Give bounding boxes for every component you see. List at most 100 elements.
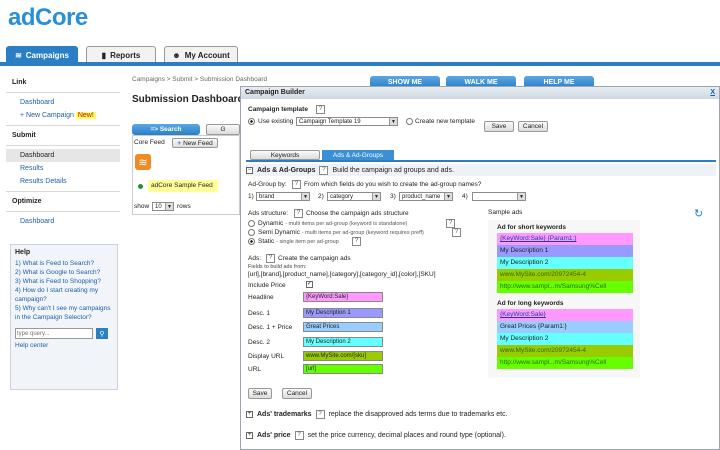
sidebar-item-results-details[interactable]: Results Details bbox=[6, 175, 120, 188]
page-title: Submission Dashboard bbox=[132, 94, 244, 105]
help-question-icon[interactable]: ? bbox=[315, 409, 325, 419]
close-button[interactable]: X bbox=[710, 89, 715, 97]
help-question-icon[interactable]: ? bbox=[316, 105, 325, 114]
dynamic-radio[interactable] bbox=[248, 220, 255, 227]
help-search-input[interactable] bbox=[15, 328, 93, 339]
desc1-price-label: Desc. 1 + Price bbox=[248, 324, 293, 331]
chevron-down-icon: ▼ bbox=[165, 203, 173, 210]
refresh-icon[interactable]: ↻ bbox=[694, 207, 703, 220]
rss-icon: ≋ bbox=[15, 51, 22, 60]
tab-campaigns-label: Campaigns bbox=[25, 51, 69, 60]
static-option: Static - single item per ad-group bbox=[258, 238, 339, 245]
new-badge: New! bbox=[75, 112, 96, 119]
sidebar-item-results[interactable]: Results bbox=[6, 162, 120, 175]
desc2-label: Desc. 2 bbox=[248, 339, 271, 346]
price-section-header[interactable]: + Ads' price ? set the price currency, d… bbox=[246, 429, 716, 441]
desc2-field[interactable]: My Description 2 bbox=[303, 337, 383, 347]
long-ad-desc2: My Description 2 bbox=[497, 333, 633, 345]
short-ad-url: http://www.sampl...m/Samsung%Cell bbox=[497, 281, 633, 293]
help-link-2[interactable]: 2) What is Google to Search? bbox=[15, 268, 113, 277]
help-link-4[interactable]: 4) How do I start creating my campaign? bbox=[15, 286, 113, 304]
help-question-icon[interactable]: ? bbox=[294, 209, 303, 218]
semi-dynamic-desc: - multi items per ad-group (keyword requ… bbox=[301, 230, 424, 236]
help-center-link[interactable]: Help center bbox=[15, 341, 113, 350]
short-ad-desc1: My Description 1 bbox=[497, 245, 633, 257]
help-question-icon[interactable]: ? bbox=[446, 219, 455, 228]
display-url-field[interactable]: www.MySite.com/[sku] bbox=[303, 351, 383, 361]
trademarks-section-header[interactable]: + Ads' trademarks ? replace the disappro… bbox=[246, 408, 716, 420]
chevron-down-icon: ▼ bbox=[301, 193, 309, 200]
adgroup-label: Ad-Group by: bbox=[248, 181, 287, 188]
include-price-checkbox[interactable]: ✓ bbox=[306, 281, 313, 288]
feed-name[interactable]: adCore Sample Feed bbox=[148, 180, 218, 192]
cancel-button[interactable]: Cancel bbox=[282, 388, 312, 399]
group2-select[interactable]: category ▼ bbox=[327, 192, 381, 201]
collapse-icon[interactable]: − bbox=[246, 166, 253, 174]
group3-select[interactable]: product_name ▼ bbox=[399, 192, 453, 201]
help-question-icon[interactable]: ? bbox=[319, 165, 329, 175]
save-button[interactable]: Save bbox=[248, 388, 272, 399]
help-question-icon[interactable]: ? bbox=[292, 180, 301, 189]
trademarks-title: Ads' trademarks bbox=[257, 410, 312, 418]
short-ad-desc2: My Description 2 bbox=[497, 257, 633, 269]
section-ads-desc: Build the campaign ad groups and ads. bbox=[332, 166, 454, 174]
use-existing-radio[interactable] bbox=[248, 118, 255, 125]
semi-dynamic-radio[interactable] bbox=[248, 229, 255, 236]
url-field[interactable]: [url] bbox=[303, 364, 383, 374]
help-link-3[interactable]: 3) What is Feed to Shopping? bbox=[15, 277, 113, 286]
help-question-icon[interactable]: ? bbox=[452, 228, 461, 237]
nav-bar-line bbox=[0, 62, 720, 66]
new-feed-button[interactable]: + New Feed bbox=[172, 138, 218, 148]
create-new-radio[interactable] bbox=[406, 118, 413, 125]
dynamic-desc: - multi items per ad-group (keyword is s… bbox=[285, 221, 408, 227]
tab-keywords[interactable]: Keywords bbox=[250, 150, 320, 160]
help-link-1[interactable]: 1) What is Feed to Search? bbox=[15, 259, 113, 268]
url-label: URL bbox=[248, 366, 262, 373]
desc1-field[interactable]: My Description 1 bbox=[303, 308, 383, 318]
headline-label: Headline bbox=[248, 294, 274, 301]
template-select[interactable]: Campaign Template 19 ▼ bbox=[296, 117, 398, 126]
dialog-title: Campaign Builder bbox=[245, 89, 305, 96]
chevron-down-icon: ▼ bbox=[517, 193, 525, 200]
short-ad-heading: Ad for short keywords bbox=[497, 224, 566, 231]
save-template-button[interactable]: Save bbox=[484, 121, 514, 132]
cancel-template-button[interactable]: Cancel bbox=[518, 121, 548, 132]
template-label: Campaign template bbox=[248, 106, 308, 113]
group1-value: brand bbox=[259, 193, 275, 200]
sidebar-item-optimize-dashboard[interactable]: Dashboard bbox=[6, 215, 120, 228]
group1-select[interactable]: brand ▼ bbox=[256, 192, 310, 201]
dynamic-label: Dynamic bbox=[258, 220, 284, 227]
search-tab[interactable]: => Search bbox=[132, 124, 200, 135]
desc1-price-field[interactable]: Great Prices bbox=[303, 322, 383, 332]
ads-section-header[interactable]: − Ads & Ad-Groups ? Build the campaign a… bbox=[246, 164, 716, 176]
group3-label: 3) bbox=[390, 193, 396, 200]
help-question-icon[interactable]: ? bbox=[266, 254, 275, 263]
tab-account-label: My Account bbox=[184, 51, 230, 60]
help-question-icon[interactable]: ? bbox=[352, 237, 361, 246]
long-ad-heading: Ad for long keywords bbox=[497, 300, 564, 307]
expand-icon[interactable]: + bbox=[246, 431, 253, 439]
rss-feed-icon: ≋ bbox=[135, 154, 151, 170]
fields-list: [url],[brand],[product_name],[category],… bbox=[248, 271, 436, 278]
tab-ads-ad-groups[interactable]: Ads & Ad-Groups bbox=[322, 150, 394, 160]
group4-select[interactable]: ▼ bbox=[472, 192, 526, 201]
static-radio[interactable] bbox=[248, 238, 255, 245]
g-tab[interactable]: G bbox=[206, 124, 240, 135]
help-link-5[interactable]: 5) Why can't I see my campaigns in the C… bbox=[15, 304, 113, 322]
help-question-icon[interactable]: ? bbox=[294, 430, 304, 440]
short-ad-display-url: www.MySite.com/20972454-4 bbox=[497, 269, 633, 281]
bar-chart-icon: ▮ bbox=[101, 51, 107, 60]
dynamic-option: Dynamic - multi items per ad-group (keyw… bbox=[258, 220, 407, 227]
dialog-title-bar: Campaign Builder X bbox=[241, 87, 719, 99]
use-existing-label: Use existing bbox=[258, 118, 294, 125]
expand-icon[interactable]: + bbox=[246, 410, 253, 418]
ads-desc: Create the campaign ads bbox=[278, 255, 351, 262]
sidebar-item-link-dashboard[interactable]: Dashboard bbox=[6, 96, 120, 109]
search-icon[interactable]: ⚲ bbox=[96, 328, 108, 339]
sidebar-item-submit-dashboard[interactable]: Dashboard bbox=[6, 149, 120, 162]
rows-select[interactable]: 10 ▼ bbox=[152, 202, 174, 211]
headline-field[interactable]: {KeyWord:Sale} bbox=[303, 292, 383, 302]
group2-value: category bbox=[330, 193, 354, 200]
sidebar-item-new-campaign[interactable]: + New Campaign New! bbox=[6, 109, 120, 122]
adgroup-desc: From which fields do you wish to create … bbox=[304, 181, 482, 188]
